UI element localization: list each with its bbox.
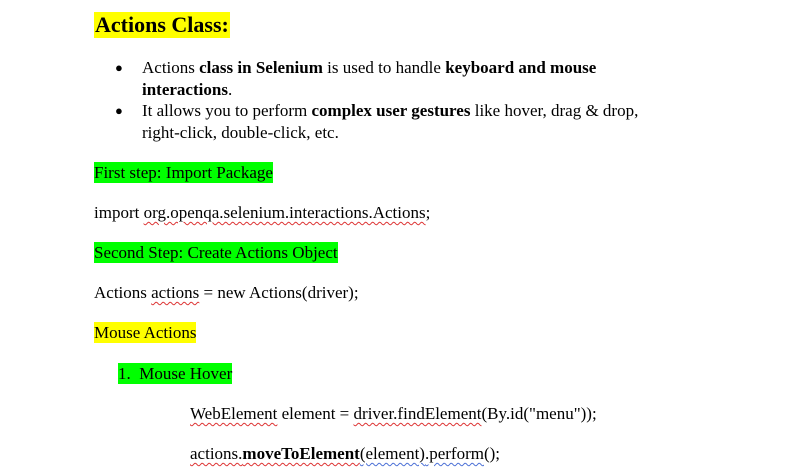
code-end: (By.id("menu"));	[481, 404, 597, 423]
bullet-2-text-pre: It allows you to perform	[142, 101, 312, 120]
code-mid: element =	[277, 404, 354, 423]
bullet-1-bold-keyboard: keyboard and mouse	[445, 58, 597, 77]
bullet-item-1: ● Actions class in Selenium is used to h…	[115, 57, 638, 100]
bullet-1-text-end: .	[227, 79, 233, 99]
create-actions-line: Actions actions = new Actions(driver);	[94, 282, 359, 303]
step-2-heading: Second Step: Create Actions Object	[94, 242, 338, 263]
code-type: WebElement	[190, 404, 278, 423]
code-obj: actions.	[190, 444, 243, 463]
bullet-1-bold-class: class in Selenium	[199, 58, 323, 77]
create-var: actions	[151, 283, 200, 302]
mouse-actions-heading: Mouse Actions	[94, 322, 197, 343]
bullet-list: ● Actions class in Selenium is used to h…	[115, 57, 638, 143]
code-call: driver.findElement	[353, 404, 482, 423]
code-line-find-element: WebElement element = driver.findElement(…	[190, 403, 597, 424]
bullet-icon: ●	[115, 60, 123, 75]
page-title: Actions Class:	[94, 12, 230, 38]
import-end: ;	[425, 203, 431, 222]
item-number: 1.	[118, 364, 131, 383]
bullet-2-bold-gestures: complex user gestures	[311, 101, 471, 120]
create-end: = new Actions(driver);	[199, 283, 359, 302]
code-method: moveToElement	[242, 444, 360, 463]
bullet-1-bold-interactions: interactions	[142, 79, 228, 99]
code-args: (element)	[359, 444, 425, 463]
code-line-move-to-element: actions.moveToElement(element).perform()…	[190, 443, 500, 464]
item-label: Mouse Hover	[139, 364, 233, 383]
bullet-2-text-line2: right-click, double-click, etc.	[142, 122, 339, 142]
step-1-heading: First step: Import Package	[94, 162, 273, 183]
import-line: import org.openqa.selenium.interactions.…	[94, 202, 430, 223]
import-package: org.openqa.selenium.interactions.Actions	[143, 203, 426, 222]
import-keyword: import	[94, 203, 144, 222]
create-type: Actions	[94, 283, 152, 302]
bullet-1-text-pre: Actions	[142, 58, 200, 77]
numbered-item-mouse-hover: 1. Mouse Hover	[118, 363, 233, 384]
bullet-item-2: ● It allows you to perform complex user …	[115, 100, 638, 143]
bullet-icon: ●	[115, 103, 123, 118]
bullet-1-text-mid: is used to handle	[322, 58, 446, 77]
code-perform: .perform	[424, 444, 484, 463]
code-end: ();	[483, 444, 501, 463]
bullet-2-text-mid: like hover, drag & drop,	[470, 101, 639, 120]
